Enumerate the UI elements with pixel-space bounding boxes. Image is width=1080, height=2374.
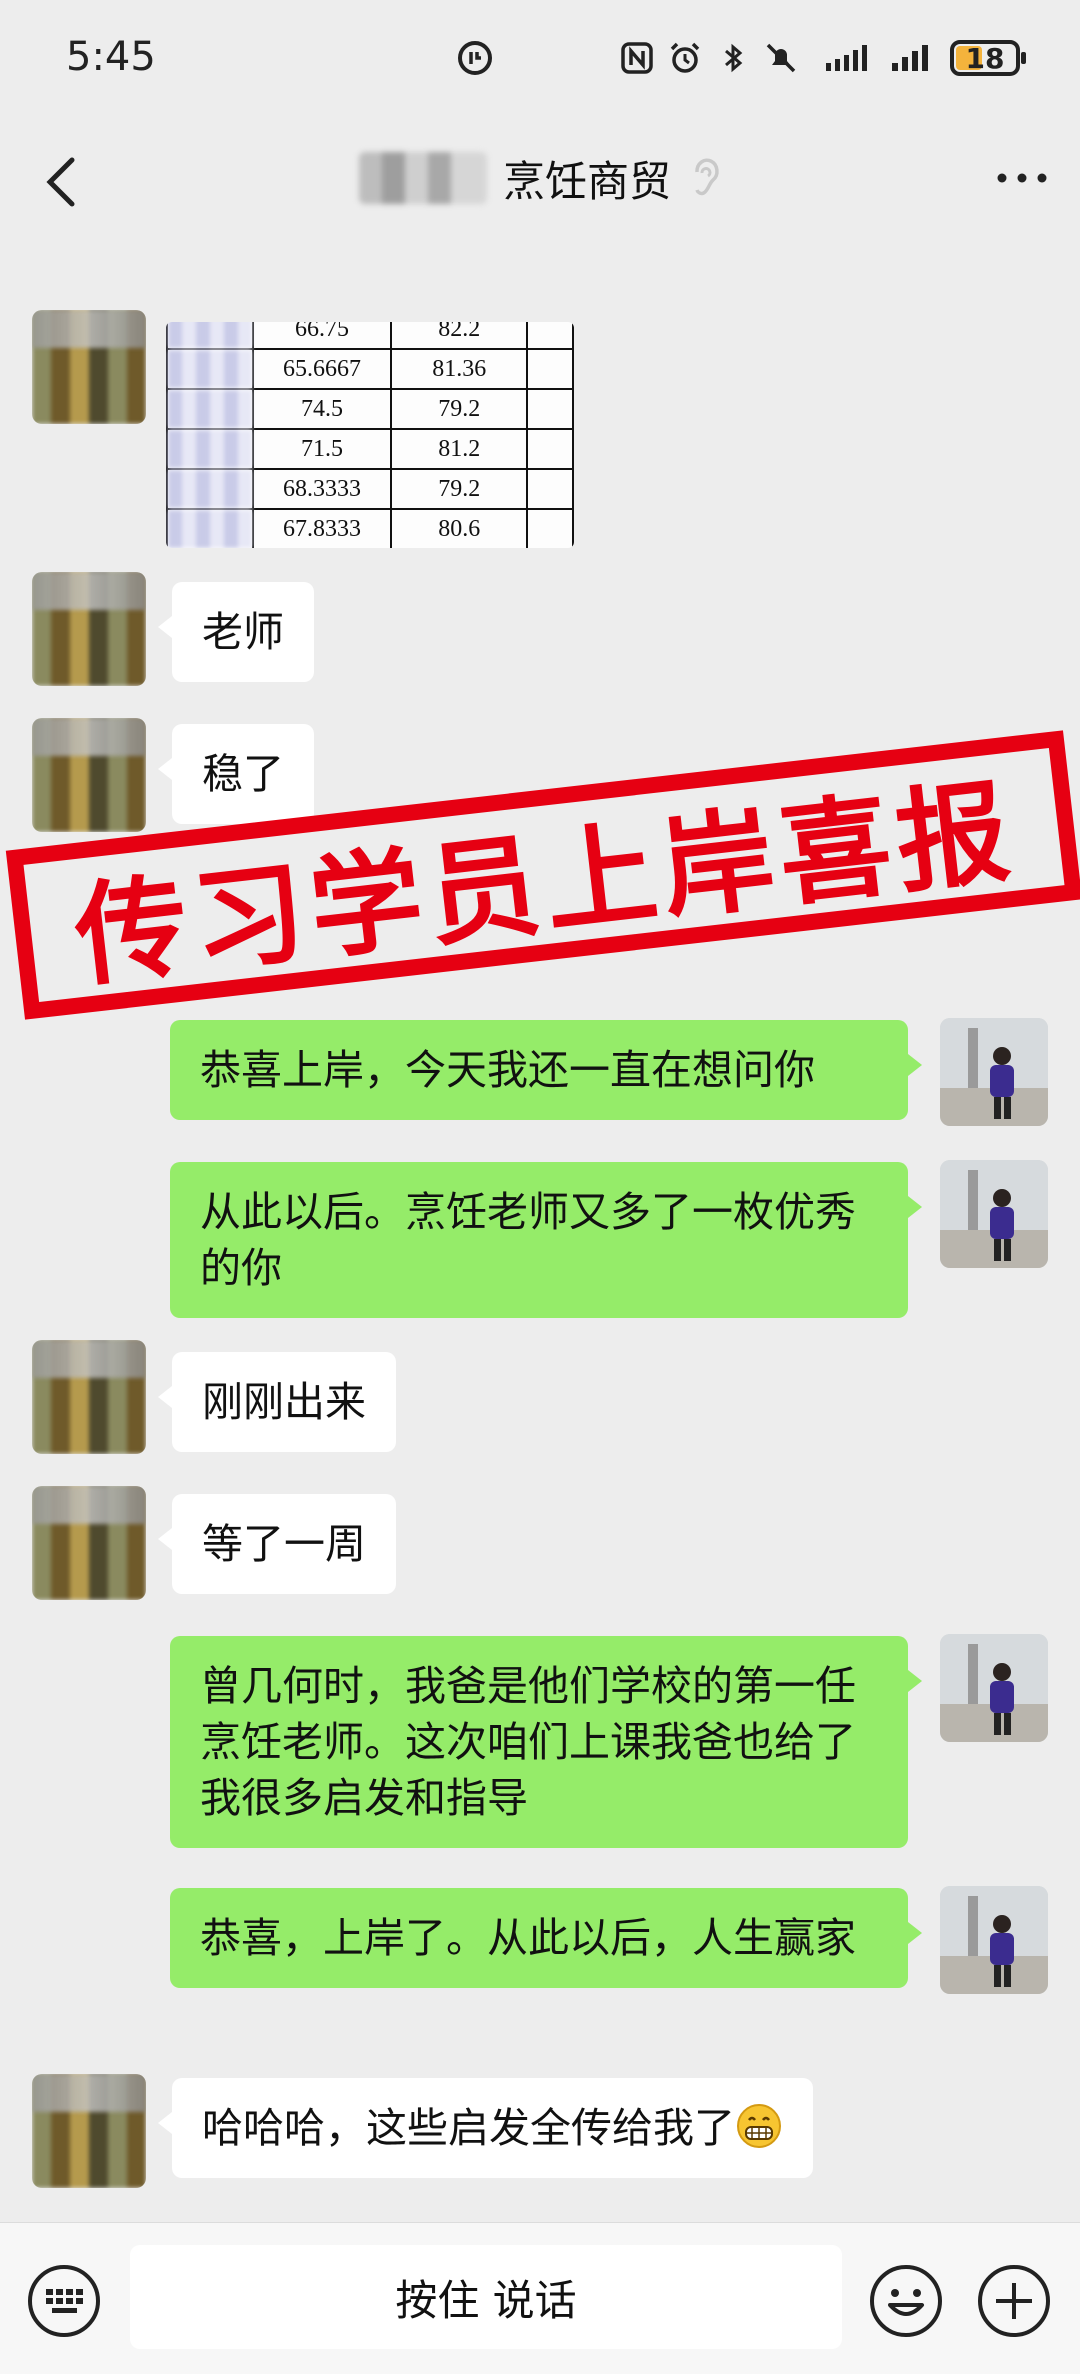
table-row: 74.5 79.2 bbox=[166, 388, 574, 430]
table-row: 71.5 81.2 bbox=[166, 428, 574, 470]
avatar[interactable] bbox=[32, 2074, 146, 2188]
bluetooth-icon bbox=[725, 43, 743, 73]
message-bubble-left[interactable]: 老师 bbox=[158, 582, 314, 682]
person-photo bbox=[940, 1018, 1048, 1126]
chat-title: 烹饪商贸 bbox=[502, 156, 671, 206]
avatar[interactable] bbox=[32, 572, 146, 686]
emoji-icon[interactable] bbox=[868, 2263, 944, 2339]
avatar[interactable] bbox=[32, 310, 146, 424]
keyboard-icon[interactable] bbox=[26, 2263, 102, 2339]
battery-indicator: 18 bbox=[950, 40, 1026, 76]
chat-title-bar: 烹饪商贸 bbox=[0, 148, 1080, 208]
message-bubble-left[interactable]: 稳了 bbox=[158, 724, 314, 824]
ear-icon bbox=[695, 158, 719, 196]
hold-to-talk-button[interactable]: 按住 说话 bbox=[130, 2245, 842, 2349]
table-row: 65.6667 81.36 bbox=[166, 348, 574, 390]
more-horizontal-icon[interactable] bbox=[992, 156, 1052, 200]
status-icons: 18 bbox=[620, 36, 1026, 80]
sync-icon bbox=[458, 41, 492, 75]
avatar-self[interactable] bbox=[940, 1886, 1048, 1994]
message-bubble-right[interactable]: 曾几何时，我爸是他们学校的第一任烹饪老师。这次咱们上课我爸也给了我很多启发和指导 bbox=[170, 1636, 922, 1848]
message-bubble-left[interactable]: 哈哈哈，这些启发全传给我了 bbox=[158, 2078, 813, 2178]
status-bar: 5:45 18 bbox=[0, 0, 1080, 120]
signal-1-icon bbox=[826, 45, 867, 71]
message-text: 哈哈哈，这些启发全传给我了 bbox=[202, 2104, 735, 2152]
person-photo bbox=[940, 1886, 1048, 1994]
avatar[interactable] bbox=[32, 1340, 146, 1454]
message-bubble-left[interactable]: 刚刚出来 bbox=[158, 1352, 396, 1452]
mute-icon bbox=[766, 43, 796, 73]
person-photo bbox=[940, 1160, 1048, 1268]
input-bar: 按住 说话 bbox=[0, 2222, 1080, 2374]
avatar-self[interactable] bbox=[940, 1634, 1048, 1742]
message-bubble-right[interactable]: 恭喜，上岸了。从此以后，人生赢家 bbox=[170, 1888, 922, 1988]
score-table: 66.75 82.2 65.6667 81.36 74.5 79.2 71.5 81.2… bbox=[166, 322, 574, 548]
avatar-self[interactable] bbox=[940, 1160, 1048, 1268]
blurred-name bbox=[358, 152, 487, 204]
battery-level: 18 bbox=[965, 42, 1005, 75]
plus-icon[interactable] bbox=[976, 2263, 1052, 2339]
hold-to-talk-label: 按住 说话 bbox=[395, 2275, 577, 2325]
signal-2-icon bbox=[892, 45, 928, 71]
avatar[interactable] bbox=[32, 1486, 146, 1600]
status-time: 5:45 bbox=[66, 34, 156, 80]
grin-emoji-icon bbox=[737, 2104, 781, 2148]
table-image[interactable]: 66.75 82.2 65.6667 81.36 74.5 79.2 71.5 81.2… bbox=[166, 322, 574, 548]
table-row: 67.8333 80.6 bbox=[166, 508, 574, 548]
avatar-self[interactable] bbox=[940, 1018, 1048, 1126]
message-bubble-right[interactable]: 从此以后。烹饪老师又多了一枚优秀的你 bbox=[170, 1162, 922, 1318]
nfc-icon bbox=[621, 42, 653, 74]
table-row: 68.3333 79.2 bbox=[166, 468, 574, 510]
person-photo bbox=[940, 1634, 1048, 1742]
alarm-icon bbox=[670, 42, 700, 73]
avatar[interactable] bbox=[32, 718, 146, 832]
message-bubble-left[interactable]: 等了一周 bbox=[158, 1494, 396, 1594]
message-bubble-right[interactable]: 恭喜上岸，今天我还一直在想问你 bbox=[170, 1020, 922, 1120]
